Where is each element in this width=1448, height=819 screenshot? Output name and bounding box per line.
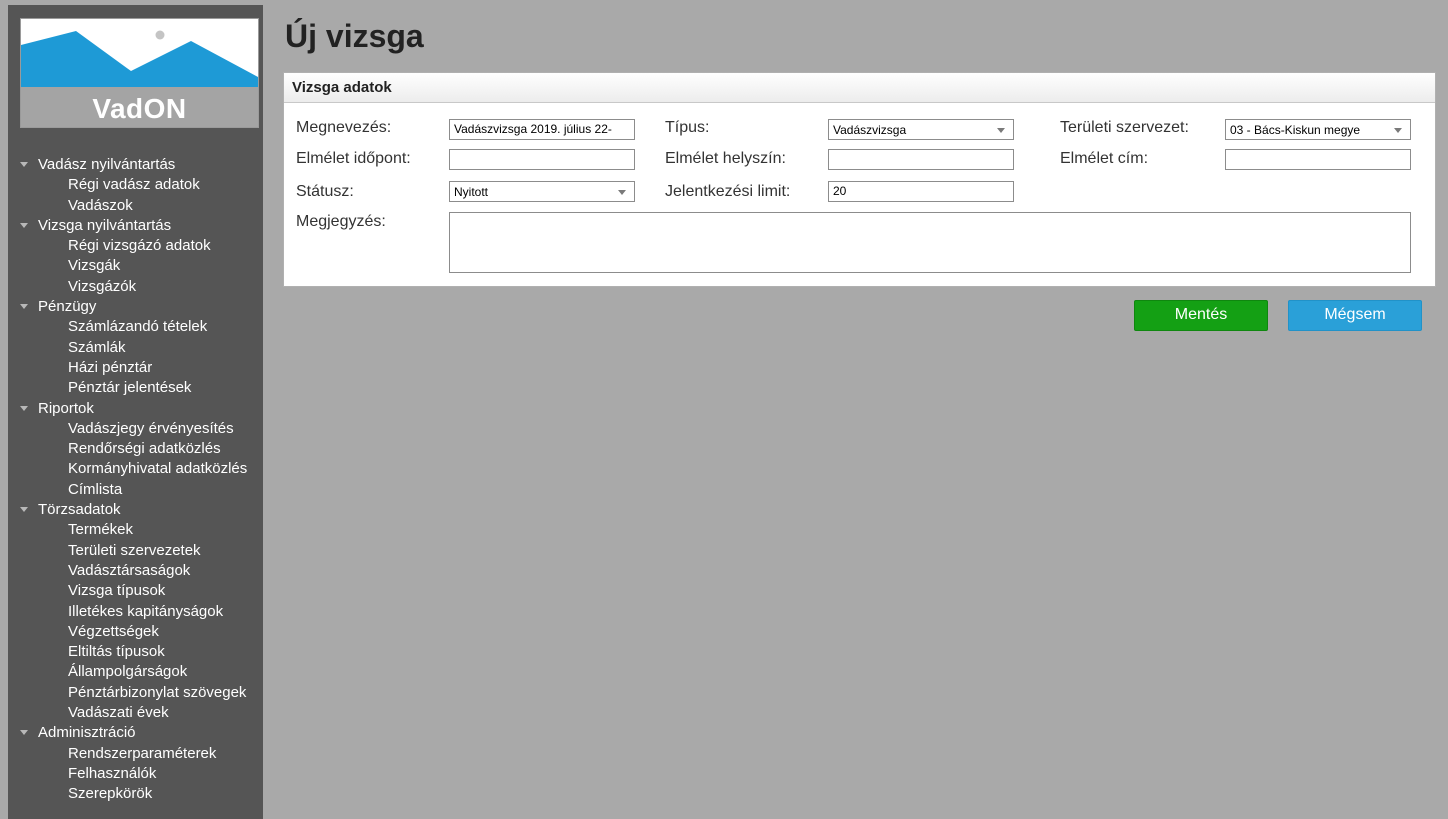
nav-group-header[interactable]: Pénzügy (20, 297, 270, 317)
chevron-down-icon (618, 190, 626, 195)
collapse-triangle-icon (20, 507, 28, 513)
nav-group-header[interactable]: Törzsadatok (20, 500, 270, 520)
theory-place-label: Elmélet helyszín: (665, 150, 786, 167)
nav-group-header[interactable]: Riportok (20, 399, 270, 419)
theory-address-label: Elmélet cím: (1060, 150, 1149, 167)
name-input[interactable]: Vadászvizsga 2019. július 22- (449, 119, 635, 140)
type-select-value: Vadászvizsga (833, 123, 907, 137)
sidebar-nav: Vadász nyilvántartás Régi vadász adatok Va… (20, 155, 270, 805)
nav-item[interactable]: Számlázandó tételek (20, 317, 270, 337)
type-label: Típus: (665, 119, 710, 136)
collapse-triangle-icon (20, 405, 28, 411)
chevron-down-icon (997, 128, 1005, 133)
nav-item[interactable]: Vizsgázók (20, 277, 270, 297)
status-select[interactable]: Nyitott (449, 181, 635, 202)
nav-group-label: Riportok (38, 399, 94, 417)
collapse-triangle-icon (20, 304, 28, 310)
nav-item[interactable]: Felhasználók (20, 764, 270, 784)
nav-group-header[interactable]: Adminisztráció (20, 723, 270, 743)
nav-item[interactable]: Területi szervezetek (20, 541, 270, 561)
nav-item[interactable]: Vadásztársaságok (20, 561, 270, 581)
nav-group: Törzsadatok Termékek Területi szervezetek V… (20, 500, 270, 723)
nav-item[interactable]: Rendőrségi adatközlés (20, 439, 270, 459)
nav-group-label: Törzsadatok (38, 501, 121, 519)
nav-item[interactable]: Vadászok (20, 196, 270, 216)
nav-group: Riportok Vadászjegy érvényesítés Rendőrség… (20, 399, 270, 500)
nav-item[interactable]: Rendszerparaméterek (20, 744, 270, 764)
type-select[interactable]: Vadászvizsga (828, 119, 1014, 140)
note-label: Megjegyzés: (296, 213, 386, 230)
status-select-value: Nyitott (454, 185, 489, 199)
nav-item[interactable]: Pénztárbizonylat szövegek (20, 683, 270, 703)
limit-label: Jelentkezési limit: (665, 183, 791, 200)
theory-address-input[interactable] (1225, 149, 1411, 170)
nav-group-label: Vadász nyilvántartás (38, 156, 176, 173)
nav-group: Pénzügy Számlázandó tételek Számlák Házi pé… (20, 297, 270, 398)
nav-item[interactable]: Szerepkörök (20, 784, 270, 804)
panel-title: Vizsga adatok (284, 73, 1435, 103)
collapse-triangle-icon (20, 222, 28, 228)
nav-item[interactable]: Számlák (20, 338, 270, 358)
nav-item[interactable]: Vizsgák (20, 256, 270, 276)
nav-item[interactable]: Régi vizsgázó adatok (20, 236, 270, 256)
logo-text: VadON (92, 93, 187, 124)
sidebar: VadON Vadász nyilvántartás Régi vadász ad… (8, 5, 263, 819)
page-title: Új vizsga (285, 18, 424, 54)
collapse-triangle-icon (20, 162, 28, 167)
nav-item[interactable]: Címlista (20, 480, 270, 500)
chevron-down-icon (1394, 128, 1402, 133)
nav-group-label: Adminisztráció (38, 724, 136, 742)
org-select[interactable]: 03 - Bács-Kiskun megye (1225, 119, 1411, 140)
nav-item[interactable]: Illetékes kapitányságok (20, 602, 270, 622)
note-textarea[interactable] (449, 212, 1411, 273)
nav-item[interactable]: Vadászjegy érvényesítés (20, 419, 270, 439)
limit-input[interactable]: 20 (828, 181, 1014, 202)
nav-item[interactable]: Vizsga típusok (20, 581, 270, 601)
nav-item[interactable]: Házi pénztár (20, 358, 270, 378)
nav-item[interactable]: Kormányhivatal adatközlés (20, 459, 270, 479)
nav-item[interactable]: Vadászati évek (20, 703, 270, 723)
nav-group-header[interactable]: Vizsga nyilvántartás (20, 216, 270, 236)
save-button[interactable]: Mentés (1134, 300, 1268, 331)
nav-group: Adminisztráció Rendszerparaméterek Felhasz… (20, 723, 270, 804)
theory-place-input[interactable] (828, 149, 1014, 170)
nav-item[interactable]: Pénztár jelentések (20, 378, 270, 398)
exam-data-panel: Vizsga adatok Megnevezés: Vadászvizsga 2… (283, 72, 1436, 287)
cancel-button[interactable]: Mégsem (1288, 300, 1422, 331)
logo: VadON (20, 18, 259, 128)
nav-group-header[interactable]: Vadász nyilvántartás (20, 155, 270, 175)
status-label: Státusz: (296, 183, 354, 200)
nav-item[interactable]: Végzettségek (20, 622, 270, 642)
nav-item[interactable]: Eltiltás típusok (20, 642, 270, 662)
nav-group: Vizsga nyilvántartás Régi vizsgázó adatok… (20, 216, 270, 297)
nav-item[interactable]: Régi vadász adatok (20, 175, 270, 195)
theory-time-label: Elmélet időpont: (296, 150, 411, 167)
nav-group-label: Vizsga nyilvántartás (38, 216, 172, 234)
nav-item[interactable]: Állampolgárságok (20, 662, 270, 682)
nav-item[interactable]: Termékek (20, 520, 270, 540)
nav-group: Vadász nyilvántartás Régi vadász adatok Va… (20, 155, 270, 216)
org-label: Területi szervezet: (1060, 119, 1189, 136)
collapse-triangle-icon (20, 730, 28, 736)
name-label: Megnevezés: (296, 119, 392, 136)
mountain-logo-icon (21, 30, 258, 89)
nav-group-label: Pénzügy (38, 298, 97, 316)
theory-time-input[interactable] (449, 149, 635, 170)
org-select-value: 03 - Bács-Kiskun megye (1230, 123, 1361, 137)
